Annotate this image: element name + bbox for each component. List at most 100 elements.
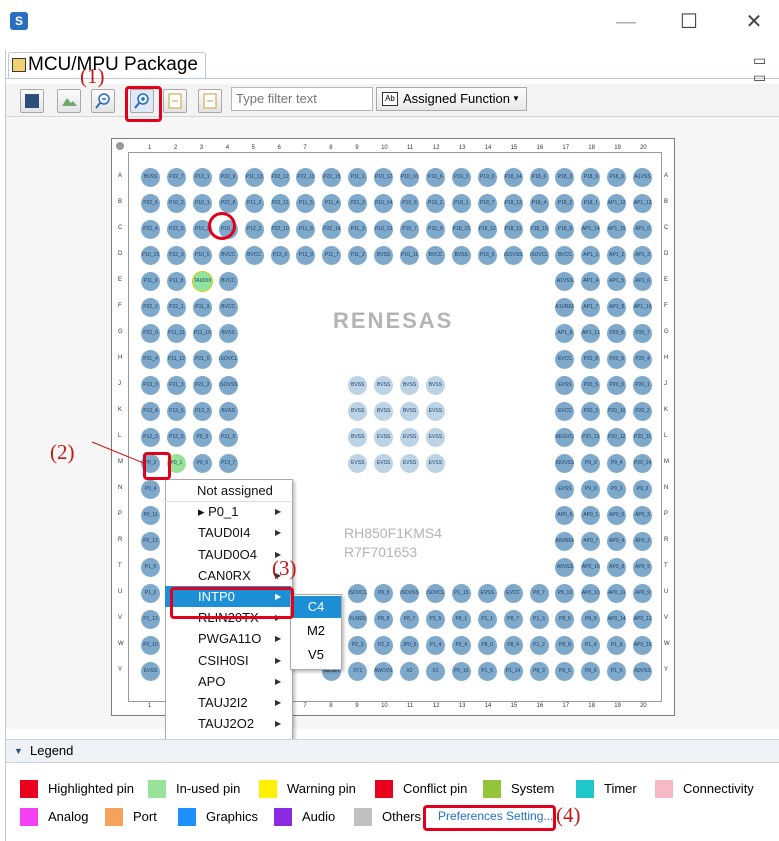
pin-L2[interactable]: P12_5: [166, 428, 186, 447]
pin-V16[interactable]: P1_3: [529, 610, 549, 629]
pin-A6[interactable]: P22_12: [270, 168, 290, 187]
pin-B2[interactable]: P10_3: [166, 194, 186, 213]
pin-J2[interactable]: P21_3: [166, 376, 186, 395]
pin-L4[interactable]: P11_5: [218, 428, 238, 447]
pin-Y12[interactable]: X1: [425, 662, 445, 681]
pin-J4[interactable]: ISOVSS: [218, 376, 238, 395]
pin-D5[interactable]: BVCC: [244, 246, 264, 265]
pin-Y11[interactable]: X2: [400, 662, 419, 681]
pin-B5[interactable]: P11_2: [244, 194, 264, 213]
pin-B14[interactable]: P18_7: [477, 194, 497, 213]
pin-J20[interactable]: P20_1: [633, 376, 653, 395]
menu-item-tauj2o2[interactable]: TAUJ2O2 ▶: [165, 713, 291, 734]
pin-V13[interactable]: P8_1: [451, 610, 471, 629]
menu-item-csih0si[interactable]: CSIH0SI ▶: [165, 650, 291, 671]
pin-K20[interactable]: P20_2: [633, 402, 653, 421]
pin-C10[interactable]: P10_13: [374, 220, 394, 239]
pin-G2[interactable]: P11_11: [166, 324, 186, 343]
pin-U16[interactable]: P8_7: [529, 584, 549, 603]
pin-K2[interactable]: P13_6: [166, 402, 186, 421]
pin-V20[interactable]: AP0_12: [633, 610, 653, 629]
submenu-item-c4[interactable]: C4: [291, 596, 341, 618]
pin-D4[interactable]: BVCC: [218, 246, 238, 265]
pin-N20[interactable]: P9_2: [633, 480, 653, 499]
pin-U11[interactable]: ISOVSS: [400, 584, 419, 603]
pin-B12[interactable]: P19_2: [425, 194, 445, 213]
menu-item-p0-1[interactable]: ▸ P0_1 ▶: [165, 501, 291, 522]
pin-V15[interactable]: P8_7: [503, 610, 523, 629]
pin-E3[interactable]: TAUD0I: [191, 271, 213, 292]
pin-W10[interactable]: P2_2: [374, 636, 394, 655]
pin-G4[interactable]: BVSS: [218, 324, 238, 343]
pin-J11[interactable]: BVSS: [400, 376, 419, 395]
pin-B16[interactable]: P18_4: [529, 194, 549, 213]
pin-U12[interactable]: ISOVCL: [425, 584, 445, 603]
pin-W12[interactable]: P1_4: [425, 636, 445, 655]
pin-J12[interactable]: BVSS: [425, 376, 445, 395]
pin-B3[interactable]: P10_1: [192, 194, 212, 213]
menu-item-not-assigned[interactable]: Not assigned: [165, 480, 291, 502]
pin-B11[interactable]: P10_8: [400, 194, 419, 213]
pin-C6[interactable]: P22_10: [270, 220, 290, 239]
pin-A4[interactable]: P22_9: [218, 168, 238, 187]
pin-G3[interactable]: P11_10: [192, 324, 212, 343]
pin-D6[interactable]: P13_0: [270, 246, 290, 265]
pin-A16[interactable]: P18_6: [529, 168, 549, 187]
pin-M3[interactable]: P0_6: [192, 454, 212, 473]
menu-item-apo[interactable]: APO ▶: [165, 671, 291, 692]
pin-U10[interactable]: P8_9: [374, 584, 394, 603]
pin-C5[interactable]: P12_2: [244, 220, 264, 239]
menu-item-pwga11o[interactable]: PWGA11O ▶: [165, 628, 291, 649]
pin-H1[interactable]: P21_4: [141, 350, 160, 369]
pin-W16[interactable]: P1_2: [529, 636, 549, 655]
pin-A1[interactable]: BVSS: [141, 168, 160, 187]
pin-V14[interactable]: P1_1: [477, 610, 497, 629]
pin-B1[interactable]: P22_6: [141, 194, 160, 213]
pin-U15[interactable]: EVCC: [503, 584, 523, 603]
pin-D16[interactable]: ISOVCL: [529, 246, 549, 265]
legend-header[interactable]: ▼ Legend: [6, 739, 779, 763]
maximize-button[interactable]: ☐: [675, 8, 703, 36]
menu-item-tauj2i2[interactable]: TAUJ2I2 ▶: [165, 692, 291, 713]
pin-G20[interactable]: P20_7: [633, 324, 653, 343]
pin-A11[interactable]: P10_10: [400, 168, 419, 187]
filter-box[interactable]: [231, 87, 374, 111]
pin-D14[interactable]: P18_5: [477, 246, 497, 265]
pin-E4[interactable]: BVCC: [218, 272, 238, 291]
pin-A13[interactable]: P19_3: [451, 168, 471, 187]
pin-K12[interactable]: EVSS: [425, 402, 445, 421]
pin-Y20[interactable]: A0VSS: [633, 662, 653, 681]
pin-H3[interactable]: P21_0: [192, 350, 212, 369]
pin-Y14[interactable]: P1_5: [477, 662, 497, 681]
view-minimize-maximize-controls[interactable]: ▭ ▭: [753, 52, 779, 86]
pin-L11[interactable]: EVSS: [400, 428, 419, 447]
pin-P20[interactable]: AP0_3: [633, 506, 653, 525]
pin-U13[interactable]: P1_15: [451, 584, 471, 603]
pin-W13[interactable]: P2_4: [451, 636, 471, 655]
pin-C2[interactable]: P22_5: [166, 220, 186, 239]
save-icon[interactable]: [20, 89, 44, 113]
submenu-item-m2[interactable]: M2: [291, 620, 341, 642]
zoom-out-icon[interactable]: [91, 89, 115, 113]
pin-L12[interactable]: EVSS: [425, 428, 445, 447]
pin-D15[interactable]: ISOVSS: [503, 246, 523, 265]
pin-H2[interactable]: P11_12: [166, 350, 186, 369]
pin-W15[interactable]: P8_4: [503, 636, 523, 655]
pin-C12[interactable]: P10_9: [425, 220, 445, 239]
pin-C15[interactable]: P18_11: [503, 220, 523, 239]
pin-C16[interactable]: P18_10: [529, 220, 549, 239]
fit-page-icon[interactable]: [198, 89, 222, 113]
pin-U20[interactable]: AP0_9: [633, 584, 653, 603]
pin-W11[interactable]: JP0_6: [400, 636, 419, 655]
pin-D2[interactable]: P22_3: [166, 246, 186, 265]
pin-L10[interactable]: EVSS: [374, 428, 394, 447]
pin-B15[interactable]: P18_13: [503, 194, 523, 213]
fit-width-icon[interactable]: [163, 89, 187, 113]
pin-K4[interactable]: BVSS: [218, 402, 238, 421]
pin-F3[interactable]: P11_9: [192, 298, 212, 317]
pin-C20[interactable]: AP1_0: [633, 220, 653, 239]
preferences-setting-link[interactable]: Preferences Setting...: [438, 806, 553, 826]
pin-M10[interactable]: EVSS: [374, 454, 394, 473]
pin-D12[interactable]: BVCC: [425, 246, 445, 265]
pin-Y16[interactable]: P8_3: [529, 662, 549, 681]
